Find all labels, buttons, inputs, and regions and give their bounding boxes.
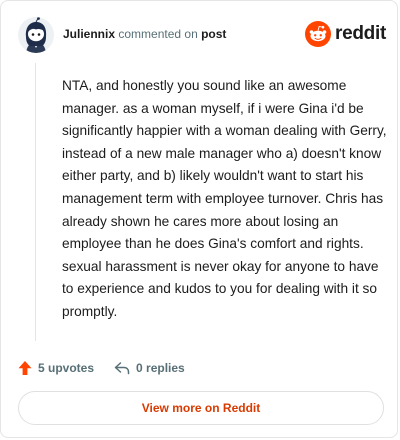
reddit-brand[interactable]: reddit bbox=[305, 21, 386, 47]
action-text: commented on bbox=[118, 27, 198, 41]
view-more-button[interactable]: View more on Reddit bbox=[18, 391, 384, 425]
embedded-comment-card: Juliennix commented on post reddit NTA, … bbox=[0, 0, 398, 438]
reply-arrow-icon bbox=[114, 362, 130, 375]
reply-button[interactable]: 0 replies bbox=[114, 361, 185, 375]
reply-count: 0 replies bbox=[136, 361, 185, 375]
comment-byline: Juliennix commented on post bbox=[63, 27, 226, 41]
reddit-logo-icon bbox=[305, 21, 332, 47]
user-avatar[interactable] bbox=[18, 17, 54, 53]
thread-line bbox=[35, 63, 36, 341]
comment-actions: 5 upvotes 0 replies bbox=[18, 357, 185, 379]
snoo-avatar-icon bbox=[18, 17, 54, 53]
post-link[interactable]: post bbox=[201, 27, 226, 41]
upvote-count: 5 upvotes bbox=[38, 361, 95, 375]
reddit-wordmark: reddit bbox=[335, 23, 386, 44]
upvote-button[interactable]: 5 upvotes bbox=[18, 360, 94, 376]
comment-body: NTA, and honestly you sound like an awes… bbox=[62, 78, 387, 319]
username-link[interactable]: Juliennix bbox=[63, 27, 115, 41]
comment-header: Juliennix commented on post reddit bbox=[18, 15, 386, 55]
upvote-arrow-icon bbox=[18, 361, 32, 375]
